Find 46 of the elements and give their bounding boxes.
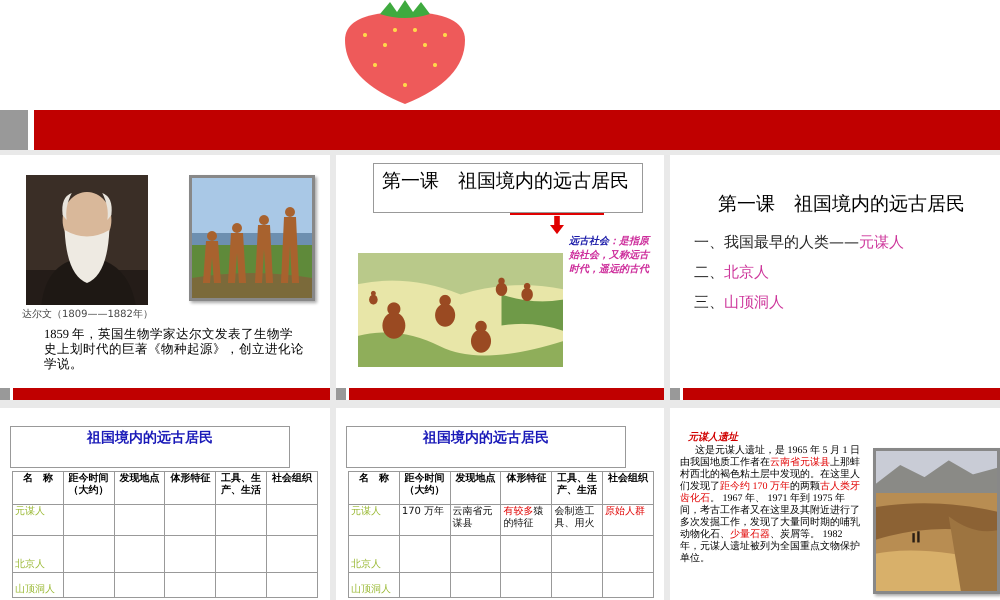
slide-title: 第一课 祖国境内的远古居民 — [718, 193, 966, 217]
footer-square — [336, 388, 346, 400]
column-header: 社会组织 — [602, 472, 654, 504]
banner-square — [0, 110, 28, 150]
article-paragraph: 这是元谋人遗址，是 1965 年 5 月 1 日由我国地质工作者在云南省元谋县上那蚌村西北的褐色粘土层中发现的。在这里人们发现了距今约 170 万年的两颗古人类牙齿化石。 1967 年、 1971 年到 1975 年间，考古工作者又在这里及其附近进行了多次发掘工作，发现了大量同时期的哺乳动物化石、少量石器、炭屑等。 1982 年，元谋人遗址被列为全国重点文物保护单位。 — [680, 445, 861, 565]
article-heading: 元谋人遗址 — [687, 430, 740, 444]
column-header: 体形特征 — [164, 472, 216, 504]
slide-thumbnail[interactable]: 祖国境内的远古居民 名 称 距今时间（大约） 发现地点 体形特征 工具、生产、生活 社会组织 元谋人 北京人 山顶洞人 — [0, 408, 330, 600]
footer-square — [670, 388, 680, 400]
row-name: 山顶洞人 — [12, 572, 64, 598]
table-cell: 170 万年 — [399, 504, 450, 536]
column-header: 名 称 — [12, 472, 64, 504]
slide-thumbnail[interactable]: 第一课 祖国境内的远古居民 远古社会：是指原始社会，又称远古时代，遥远的古代 — [336, 155, 664, 400]
note-text: 远古社会：是指原始社会，又称远古时代，遥远的古代 — [569, 235, 652, 277]
row-name: 元谋人 — [12, 504, 64, 536]
slide-title: 祖国境内的远古居民 — [346, 426, 626, 468]
column-header: 距今时间（大约） — [399, 472, 450, 504]
column-header: 工具、生产、生活 — [552, 472, 603, 504]
column-header: 社会组织 — [266, 472, 318, 504]
row-name: 山顶洞人 — [348, 572, 400, 598]
outline-item: 二、北京人 — [694, 263, 770, 281]
table-cell: 云南省元谋县 — [450, 504, 501, 536]
column-header: 名 称 — [348, 472, 400, 504]
slide-thumbnail[interactable]: 祖国境内的远古居民 名 称 距今时间（大约） 发现地点 体形特征 工具、生产、生活 社会组织 元谋人 170 万年 云南省元谋县 有较多猿的特征 会制造工具、用火 原始人群 北京人 山顶洞人 — [336, 408, 664, 600]
paragraph: 1859 年，英国生物学家达尔文发表了生物学史上划时代的巨著《物种起源》，创立进化论学说。 — [44, 327, 304, 372]
table-cell: 会制造工具、用火 — [552, 504, 603, 536]
column-header: 发现地点 — [114, 472, 165, 504]
footer-square — [0, 388, 10, 400]
column-header: 距今时间（大约） — [63, 472, 114, 504]
outline-item: 一、我国最早的人类——元谋人 — [694, 233, 905, 251]
row-name: 北京人 — [348, 536, 400, 572]
row-name: 元谋人 — [348, 504, 400, 536]
table-cell: 有较多猿的特征 — [500, 504, 552, 536]
slide-thumbnail[interactable]: 达尔文（1809——1882年） 1859 年，英国生物学家达尔文发表了生物学史上划时代的巨著《物种起源》，创立进化论学说。 — [0, 155, 330, 400]
photo-caption: 达尔文（1809——1882年） — [22, 308, 153, 321]
column-header: 体形特征 — [500, 472, 552, 504]
outline-item: 三、山顶洞人 — [694, 293, 785, 311]
table-cell: 原始人群 — [602, 504, 654, 536]
slide-title: 祖国境内的远古居民 — [10, 426, 290, 468]
slide-thumbnail[interactable]: 元谋人遗址 这是元谋人遗址，是 1965 年 5 月 1 日由我国地质工作者在云南省元谋县上那蚌村西北的褐色粘土层中发现的。在这里人们发现了距今约 170 万年的两颗古人类牙齿化石。 1967 年、 1971 年到 1975 年间，考古工作者又在这里及其附近进行了多次发掘工作，发现了大量同时期的哺乳动物化石、少量石器、炭屑等。 1982 年，元谋人遗址被列为全国重点文物保护单位。 — [670, 408, 1000, 600]
arrow-icon — [510, 213, 604, 235]
slide-thumbnail[interactable]: 第一课 祖国境内的远古居民 一、我国最早的人类——元谋人 二、北京人 三、山顶洞人 — [670, 155, 1000, 400]
slide-title: 第一课 祖国境内的远古居民 — [373, 163, 643, 213]
row-name: 北京人 — [12, 536, 64, 572]
column-header: 工具、生产、生活 — [216, 472, 267, 504]
column-header: 发现地点 — [450, 472, 501, 504]
